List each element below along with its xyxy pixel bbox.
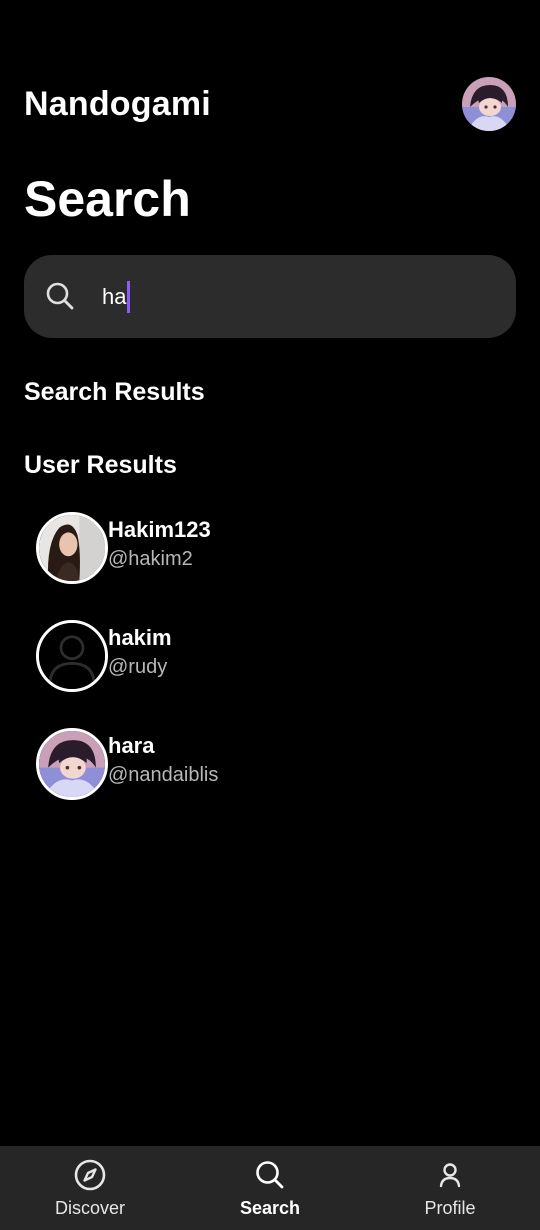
compass-icon xyxy=(74,1159,106,1191)
user-handle: @rudy xyxy=(108,656,168,678)
user-name: Hakim123 xyxy=(108,517,211,542)
user-avatar[interactable] xyxy=(36,620,108,692)
nav-search[interactable]: Search xyxy=(180,1146,360,1230)
user-results-list: Hakim123 @hakim2 hakim @rudy hara @nanda… xyxy=(36,512,516,836)
user-name: hara xyxy=(108,733,155,758)
page-title: Search xyxy=(24,171,191,227)
user-name: hakim xyxy=(108,625,172,650)
app-header: Nandogami xyxy=(24,76,516,132)
search-icon xyxy=(46,282,74,310)
nav-discover[interactable]: Discover xyxy=(0,1146,180,1230)
nav-label: Discover xyxy=(54,1198,125,1218)
user-handle: @hakim2 xyxy=(108,548,193,570)
user-results-heading: User Results xyxy=(24,451,177,479)
user-result-item[interactable]: Hakim123 @hakim2 xyxy=(36,512,516,620)
user-result-item[interactable]: hakim @rudy xyxy=(36,620,516,728)
default-person-icon xyxy=(39,623,105,689)
search-results-heading: Search Results xyxy=(24,378,205,406)
person-icon xyxy=(439,1163,461,1188)
user-avatar[interactable] xyxy=(36,728,108,800)
nav-label: Profile xyxy=(424,1198,476,1218)
user-avatar[interactable] xyxy=(36,512,108,584)
user-handle: @nandaiblis xyxy=(108,764,219,786)
text-caret xyxy=(127,281,131,313)
bottom-navigation: Discover Search Profile xyxy=(0,1146,540,1230)
nav-label: Search xyxy=(239,1198,301,1218)
nav-profile[interactable]: Profile xyxy=(360,1146,540,1230)
search-icon xyxy=(256,1161,284,1189)
profile-avatar[interactable] xyxy=(462,77,516,131)
anime-avatar-image xyxy=(39,731,105,797)
user-result-item[interactable]: hara @nandaiblis xyxy=(36,728,516,836)
search-value: ha xyxy=(102,284,127,309)
photo-avatar-image xyxy=(39,515,105,581)
anime-avatar-image xyxy=(462,77,516,131)
search-input[interactable] xyxy=(24,255,516,338)
search-field[interactable]: ha xyxy=(102,280,131,314)
app-title: Nandogami xyxy=(24,84,211,123)
